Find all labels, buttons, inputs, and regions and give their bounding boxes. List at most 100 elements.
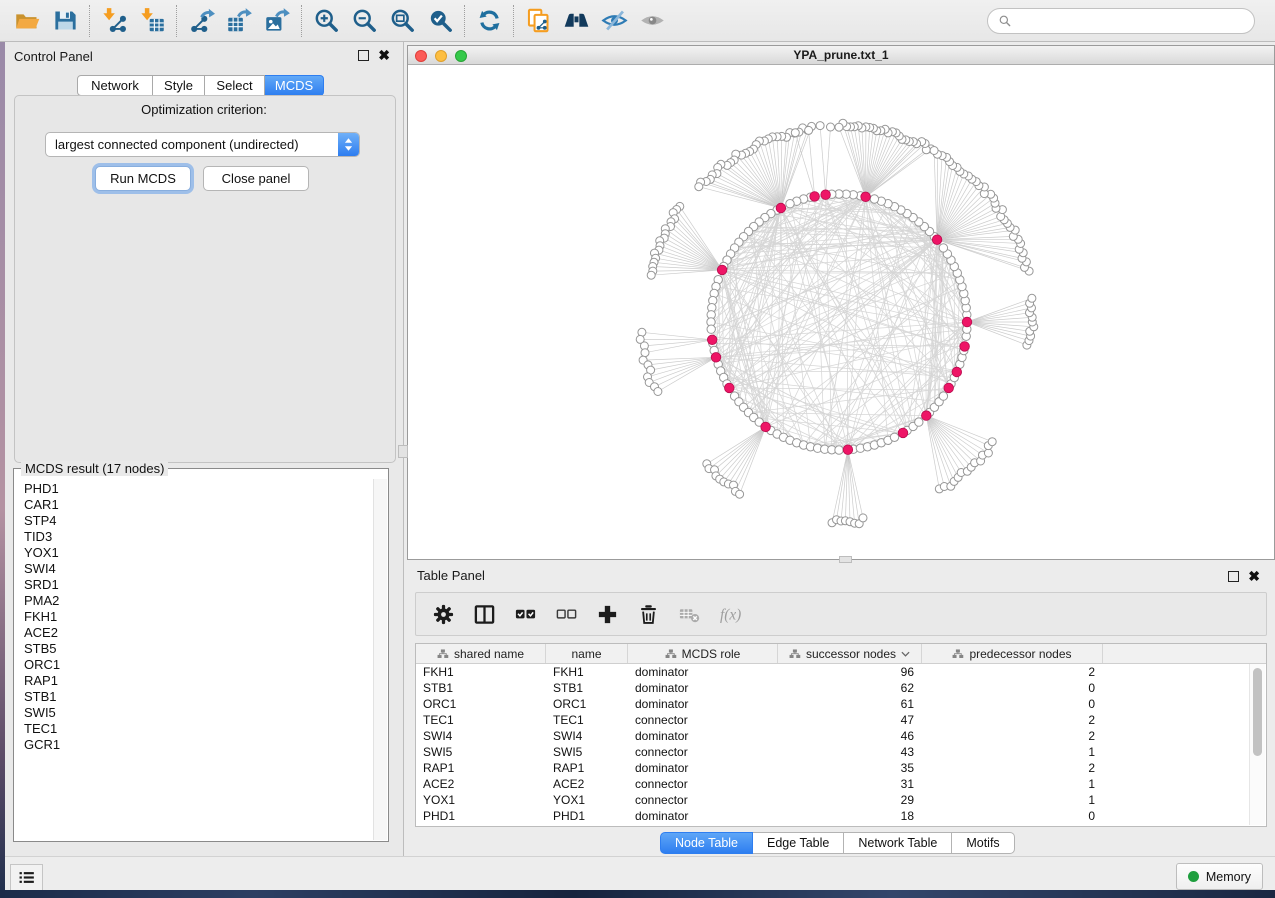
table-row[interactable]: STB1STB1dominator620 — [416, 680, 1266, 696]
export-table-button[interactable] — [220, 3, 258, 39]
mcds-hub-node[interactable] — [898, 428, 908, 438]
mcds-node-item[interactable]: STP4 — [24, 513, 372, 529]
delete-table-button[interactable] — [676, 601, 702, 627]
float-panel-icon[interactable] — [358, 50, 369, 61]
task-history-button[interactable] — [10, 864, 43, 891]
zoom-fit-button[interactable] — [383, 3, 421, 39]
zoom-in-button[interactable] — [307, 3, 345, 39]
mcds-hub-node[interactable] — [944, 383, 954, 393]
mcds-node-item[interactable]: ACE2 — [24, 625, 372, 641]
mcds-hub-node[interactable] — [707, 335, 717, 345]
mcds-hub-node[interactable] — [843, 445, 853, 455]
tab-select[interactable]: Select — [205, 75, 265, 96]
table-row[interactable]: TEC1TEC1connector472 — [416, 712, 1266, 728]
zoom-out-button[interactable] — [345, 3, 383, 39]
show-all-button[interactable] — [633, 3, 671, 39]
search-box[interactable] — [987, 8, 1255, 34]
table-row[interactable]: YOX1YOX1connector291 — [416, 792, 1266, 808]
mcds-node-item[interactable]: YOX1 — [24, 545, 372, 561]
mcds-hub-node[interactable] — [962, 317, 972, 327]
vertical-splitter-handle[interactable] — [398, 445, 408, 458]
horizontal-splitter-handle[interactable] — [839, 556, 852, 563]
zoom-selected-button[interactable] — [421, 3, 459, 39]
mcds-hub-node[interactable] — [960, 342, 970, 352]
mcds-hub-node[interactable] — [761, 422, 771, 432]
mcds-node-item[interactable]: SWI5 — [24, 705, 372, 721]
mcds-hub-node[interactable] — [725, 383, 735, 393]
tab-edge-table[interactable]: Edge Table — [753, 832, 844, 854]
close-panel-button[interactable]: Close panel — [203, 166, 309, 191]
refresh-button[interactable] — [470, 3, 508, 39]
mcds-node-item[interactable]: STB1 — [24, 689, 372, 705]
clone-network-button[interactable] — [519, 3, 557, 39]
select-all-button[interactable] — [512, 601, 538, 627]
tab-network[interactable]: Network — [77, 75, 153, 96]
save-session-button[interactable] — [46, 3, 84, 39]
table-row[interactable]: PHD1PHD1dominator180 — [416, 808, 1266, 824]
column-header-predecessor-nodes[interactable]: predecessor nodes — [922, 644, 1103, 663]
export-image-button[interactable] — [258, 3, 296, 39]
mcds-result-list[interactable]: PHD1CAR1STP4TID3YOX1SWI4SRD1PMA2FKH1ACE2… — [24, 481, 372, 837]
memory-button[interactable]: Memory — [1176, 863, 1263, 890]
function-builder-button[interactable]: f(x) — [717, 601, 743, 627]
table-row[interactable]: RAP1RAP1dominator352 — [416, 760, 1266, 776]
table-scrollbar[interactable] — [1249, 664, 1265, 825]
float-panel-icon[interactable] — [1228, 571, 1239, 582]
import-table-button[interactable] — [133, 3, 171, 39]
mcds-hub-node[interactable] — [810, 192, 820, 202]
close-panel-icon[interactable]: ✖ — [378, 48, 390, 62]
mcds-node-item[interactable]: GCR1 — [24, 737, 372, 753]
column-header-name[interactable]: name — [546, 644, 628, 663]
mcds-hub-node[interactable] — [717, 265, 727, 275]
mcds-node-item[interactable]: PMA2 — [24, 593, 372, 609]
column-header-successor-nodes[interactable]: successor nodes — [778, 644, 922, 663]
tab-style[interactable]: Style — [153, 75, 205, 96]
mcds-node-item[interactable]: ORC1 — [24, 657, 372, 673]
tab-mcds[interactable]: MCDS — [265, 75, 324, 96]
close-panel-icon[interactable]: ✖ — [1248, 569, 1260, 583]
delete-column-button[interactable] — [635, 601, 661, 627]
table-row[interactable]: FKH1FKH1dominator962 — [416, 664, 1266, 680]
mcds-hub-node[interactable] — [776, 203, 786, 213]
table-scrollbar-thumb[interactable] — [1253, 668, 1262, 756]
table-row[interactable]: SWI4SWI4dominator462 — [416, 728, 1266, 744]
tab-network-table[interactable]: Network Table — [844, 832, 952, 854]
deselect-all-button[interactable] — [553, 601, 579, 627]
mcds-node-item[interactable]: FKH1 — [24, 609, 372, 625]
tab-motifs[interactable]: Motifs — [952, 832, 1014, 854]
import-network-button[interactable] — [95, 3, 133, 39]
table-row[interactable]: ACE2ACE2connector311 — [416, 776, 1266, 792]
mcds-hub-node[interactable] — [952, 367, 962, 377]
mcds-node-item[interactable]: TID3 — [24, 529, 372, 545]
mcds-node-item[interactable]: SWI4 — [24, 561, 372, 577]
column-header-shared-name[interactable]: shared name — [416, 644, 546, 663]
mcds-node-item[interactable]: CAR1 — [24, 497, 372, 513]
mcds-node-item[interactable]: RAP1 — [24, 673, 372, 689]
run-mcds-button[interactable]: Run MCDS — [95, 166, 191, 191]
mcds-list-scrollbar[interactable] — [373, 479, 387, 840]
table-row[interactable]: ORC1ORC1dominator610 — [416, 696, 1266, 712]
column-visibility-button[interactable] — [471, 601, 497, 627]
network-window-titlebar[interactable]: YPA_prune.txt_1 — [408, 46, 1274, 65]
network-graph-canvas[interactable] — [408, 65, 1274, 559]
mcds-node-item[interactable]: PHD1 — [24, 481, 372, 497]
tab-node-table[interactable]: Node Table — [660, 832, 753, 854]
mcds-node-item[interactable]: SRD1 — [24, 577, 372, 593]
mcds-hub-node[interactable] — [861, 192, 871, 202]
open-file-button[interactable] — [8, 3, 46, 39]
optimization-criterion-select[interactable]: largest connected component (undirected) — [45, 132, 360, 157]
mcds-hub-node[interactable] — [711, 353, 721, 363]
first-neighbors-button[interactable] — [557, 3, 595, 39]
table-settings-button[interactable] — [430, 601, 456, 627]
mcds-hub-node[interactable] — [932, 235, 942, 245]
search-input[interactable] — [1018, 13, 1244, 30]
hide-selected-button[interactable] — [595, 3, 633, 39]
export-network-button[interactable] — [182, 3, 220, 39]
add-column-button[interactable] — [594, 601, 620, 627]
mcds-node-item[interactable]: STB5 — [24, 641, 372, 657]
table-row[interactable]: SWI5SWI5connector431 — [416, 744, 1266, 760]
mcds-node-item[interactable]: TEC1 — [24, 721, 372, 737]
column-header-MCDS-role[interactable]: MCDS role — [628, 644, 778, 663]
mcds-hub-node[interactable] — [821, 190, 831, 200]
mcds-hub-node[interactable] — [922, 411, 932, 421]
